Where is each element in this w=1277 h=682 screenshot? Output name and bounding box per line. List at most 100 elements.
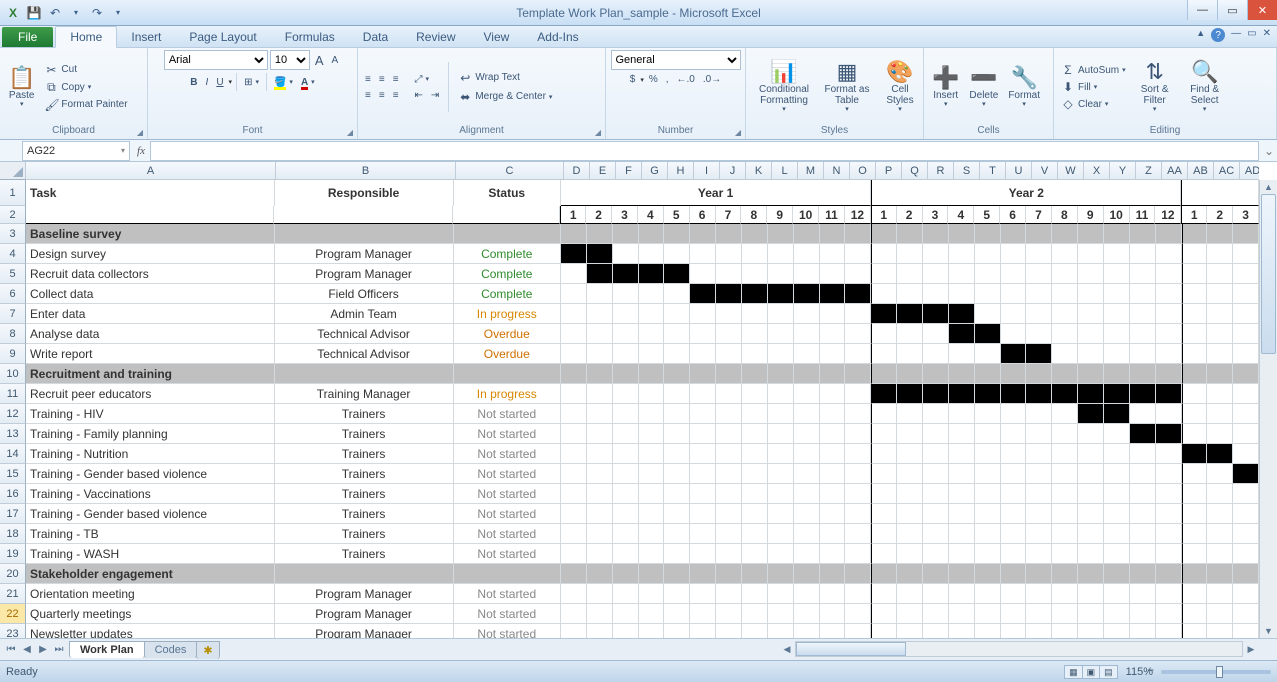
- gantt-cell[interactable]: [742, 464, 768, 484]
- gantt-cell[interactable]: [587, 224, 613, 244]
- gantt-cell[interactable]: [871, 604, 897, 624]
- gantt-cell[interactable]: [1104, 504, 1130, 524]
- dialog-launcher-icon[interactable]: ◢: [347, 128, 353, 137]
- gantt-cell[interactable]: [949, 224, 975, 244]
- sheet-tab-workplan[interactable]: Work Plan: [69, 641, 145, 658]
- gantt-cell[interactable]: [1026, 444, 1052, 464]
- gantt-cell[interactable]: [845, 244, 871, 264]
- gantt-cell[interactable]: [1026, 284, 1052, 304]
- gantt-cell[interactable]: [1233, 504, 1259, 524]
- redo-icon[interactable]: ↷: [88, 4, 106, 22]
- format-cells-button[interactable]: 🔧Format▾: [1004, 64, 1044, 111]
- gantt-cell[interactable]: [845, 224, 871, 244]
- gantt-cell[interactable]: [561, 484, 587, 504]
- gantt-cell[interactable]: [923, 244, 949, 264]
- align-right-button[interactable]: ≡: [390, 89, 402, 102]
- status-cell[interactable]: Complete: [454, 284, 561, 304]
- gantt-cell[interactable]: [639, 504, 665, 524]
- gantt-cell[interactable]: [742, 324, 768, 344]
- gantt-cell[interactable]: [794, 384, 820, 404]
- header-month[interactable]: 6: [690, 206, 716, 224]
- gantt-cell[interactable]: [561, 544, 587, 564]
- gantt-cell[interactable]: [975, 384, 1001, 404]
- gantt-cell[interactable]: [1233, 564, 1259, 584]
- gantt-cell[interactable]: [742, 564, 768, 584]
- gantt-cell[interactable]: [1052, 244, 1078, 264]
- gantt-cell[interactable]: [613, 544, 639, 564]
- font-name-select[interactable]: Arial: [164, 50, 268, 70]
- gantt-cell[interactable]: [1104, 284, 1130, 304]
- gantt-cell[interactable]: [871, 384, 897, 404]
- gantt-cell[interactable]: [716, 504, 742, 524]
- gantt-cell[interactable]: [1233, 424, 1259, 444]
- gantt-cell[interactable]: [716, 624, 742, 638]
- page-break-view-button[interactable]: ▤: [1099, 665, 1118, 679]
- gantt-cell[interactable]: [845, 304, 871, 324]
- gantt-cell[interactable]: [1233, 464, 1259, 484]
- task-cell[interactable]: Training - WASH: [26, 544, 275, 564]
- gantt-cell[interactable]: [1130, 584, 1156, 604]
- header-month[interactable]: 9: [767, 206, 793, 224]
- gantt-cell[interactable]: [1078, 304, 1104, 324]
- gantt-cell[interactable]: [1104, 584, 1130, 604]
- column-header[interactable]: D: [564, 162, 590, 180]
- gantt-cell[interactable]: [923, 584, 949, 604]
- gantt-cell[interactable]: [1156, 284, 1182, 304]
- gantt-cell[interactable]: [561, 424, 587, 444]
- section-header[interactable]: Recruitment and training: [26, 364, 275, 384]
- gantt-cell[interactable]: [1130, 484, 1156, 504]
- gantt-cell[interactable]: [975, 224, 1001, 244]
- responsible-cell[interactable]: Training Manager: [275, 384, 454, 404]
- gantt-cell[interactable]: [1182, 404, 1208, 424]
- gantt-cell[interactable]: [1104, 264, 1130, 284]
- header-month[interactable]: 10: [1104, 206, 1130, 224]
- gantt-cell[interactable]: [716, 524, 742, 544]
- gantt-cell[interactable]: [716, 544, 742, 564]
- gantt-cell[interactable]: [1001, 224, 1027, 244]
- gantt-cell[interactable]: [716, 424, 742, 444]
- gantt-cell[interactable]: [949, 524, 975, 544]
- gantt-cell[interactable]: [949, 384, 975, 404]
- header-year3[interactable]: [1181, 180, 1259, 206]
- row-header[interactable]: 9: [0, 344, 26, 364]
- status-cell[interactable]: Not started: [454, 464, 561, 484]
- gantt-cell[interactable]: [587, 404, 613, 424]
- gantt-cell[interactable]: [664, 264, 690, 284]
- gantt-cell[interactable]: [716, 604, 742, 624]
- delete-cells-button[interactable]: ➖Delete▾: [965, 64, 1002, 111]
- gantt-cell[interactable]: [768, 324, 794, 344]
- bold-button[interactable]: B: [187, 76, 200, 89]
- gantt-cell[interactable]: [845, 464, 871, 484]
- gantt-cell[interactable]: [820, 264, 846, 284]
- gantt-cell[interactable]: [845, 504, 871, 524]
- gantt-cell[interactable]: [1156, 344, 1182, 364]
- gantt-cell[interactable]: [975, 424, 1001, 444]
- gantt-cell[interactable]: [794, 444, 820, 464]
- responsible-cell[interactable]: Technical Advisor: [275, 324, 454, 344]
- gantt-cell[interactable]: [820, 404, 846, 424]
- sheet-nav-last-icon[interactable]: ⏭: [51, 644, 67, 655]
- responsible-cell[interactable]: Trainers: [275, 484, 454, 504]
- copy-button[interactable]: ⧉Copy▾: [41, 79, 130, 96]
- column-header[interactable]: AB: [1188, 162, 1214, 180]
- gantt-cell[interactable]: [1078, 224, 1104, 244]
- gantt-cell[interactable]: [845, 584, 871, 604]
- gantt-cell[interactable]: [664, 604, 690, 624]
- gantt-cell[interactable]: [587, 364, 613, 384]
- dialog-launcher-icon[interactable]: ◢: [735, 128, 741, 137]
- fx-button[interactable]: fx: [132, 145, 150, 157]
- gantt-cell[interactable]: [1026, 244, 1052, 264]
- gantt-cell[interactable]: [794, 544, 820, 564]
- gantt-cell[interactable]: [1182, 524, 1208, 544]
- gantt-cell[interactable]: [1001, 504, 1027, 524]
- gantt-cell[interactable]: [587, 544, 613, 564]
- gantt-cell[interactable]: [742, 404, 768, 424]
- gantt-cell[interactable]: [820, 524, 846, 544]
- gantt-cell[interactable]: [897, 284, 923, 304]
- insert-cells-button[interactable]: ➕Insert▾: [928, 64, 963, 111]
- gantt-cell[interactable]: [1130, 244, 1156, 264]
- gantt-cell[interactable]: [923, 384, 949, 404]
- gantt-cell[interactable]: [820, 484, 846, 504]
- gantt-cell[interactable]: [820, 464, 846, 484]
- gantt-cell[interactable]: [639, 564, 665, 584]
